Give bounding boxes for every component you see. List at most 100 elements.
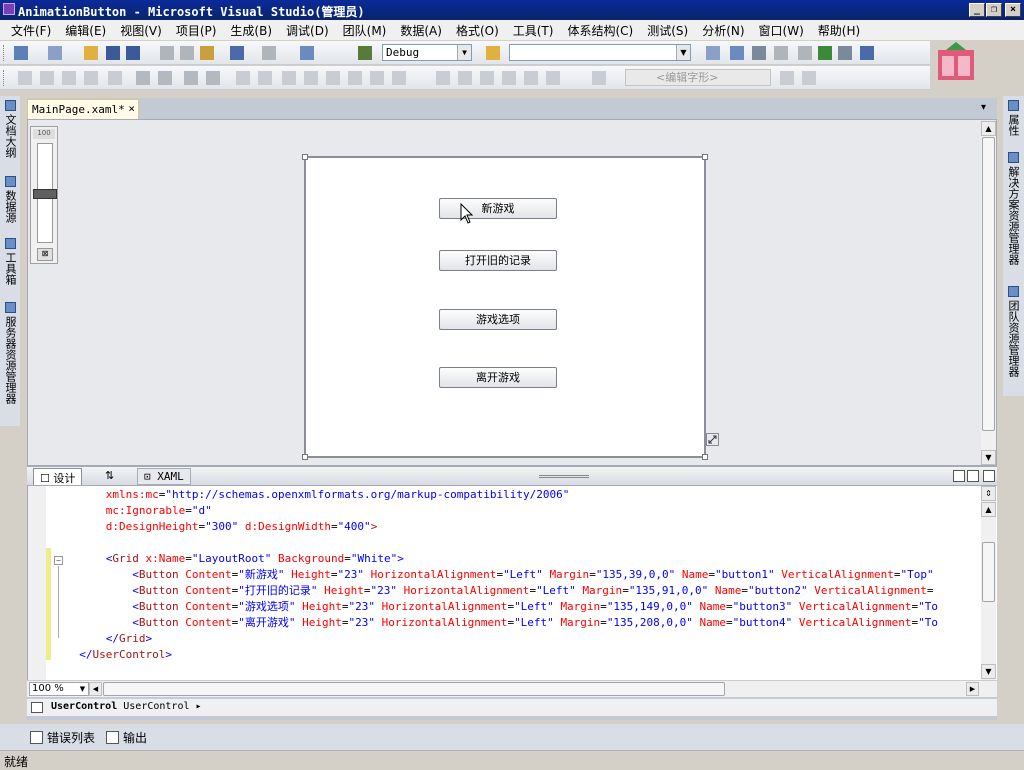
find-in-files-icon[interactable] [486, 46, 500, 60]
menu-edit[interactable]: 编辑(E) [58, 22, 113, 39]
menu-view[interactable]: 视图(V) [113, 22, 169, 39]
align-middles-icon[interactable] [108, 71, 122, 85]
save-icon[interactable] [106, 46, 120, 60]
dock-tab-data-sources[interactable]: 数据源 [2, 176, 18, 223]
highlight-icon[interactable] [524, 71, 538, 85]
horizontal-scrollbar-thumb[interactable] [103, 682, 725, 696]
menu-architecture[interactable]: 体系结构(C) [560, 22, 640, 39]
dock-tab-team-explorer[interactable]: 团队资源管理器 [1005, 286, 1021, 377]
paste-icon[interactable] [200, 46, 214, 60]
menu-analyze[interactable]: 分析(N) [695, 22, 751, 39]
close-icon[interactable]: × [128, 102, 135, 115]
menu-format[interactable]: 格式(O) [449, 22, 506, 39]
scroll-right-icon[interactable]: ▶ [966, 682, 979, 696]
menu-team[interactable]: 团队(M) [336, 22, 394, 39]
dock-tab-server-explorer[interactable]: 服务器资源管理器 [2, 302, 18, 404]
collapse-outline-icon[interactable]: − [54, 556, 63, 565]
font-name-input[interactable]: <编辑字形> [625, 69, 771, 86]
undo-icon[interactable] [230, 46, 244, 60]
zoom-slider[interactable]: 100 ⊠ [30, 126, 58, 264]
breadcrumb-arrow-icon[interactable]: ▸ [196, 701, 202, 712]
new-game-button[interactable]: 新游戏 [439, 198, 557, 219]
command-window-icon[interactable] [838, 46, 852, 60]
breadcrumb[interactable]: UserControl UserControl ▸ [51, 699, 202, 715]
chevron-down-icon[interactable]: ▼ [676, 45, 690, 60]
toolbar-options-icon[interactable] [802, 71, 816, 85]
toolbar-grip[interactable] [3, 45, 6, 61]
code-vertical-scrollbar[interactable]: ⇕ ▲ ▼ [981, 486, 996, 680]
scroll-down-icon[interactable]: ▼ [981, 664, 996, 679]
dock-tab-properties[interactable]: 属性 [1005, 100, 1021, 136]
dock-tab-document-outline[interactable]: 文档大纲 [2, 100, 18, 158]
tab-xaml[interactable]: ⊡ XAML [137, 468, 191, 485]
new-project-icon[interactable] [14, 46, 28, 60]
start-page-icon[interactable] [798, 46, 812, 60]
send-to-back-icon[interactable] [304, 71, 318, 85]
start-debugging-icon[interactable] [358, 46, 372, 60]
menu-file[interactable]: 文件(F) [4, 22, 58, 39]
editor-zoom-dropdown[interactable]: 100 % ▼ [29, 682, 89, 696]
menu-build[interactable]: 生成(B) [223, 22, 279, 39]
close-button[interactable]: × [1005, 3, 1021, 17]
user-control-artboard[interactable]: 新游戏 打开旧的记录 游戏选项 离开游戏 [302, 154, 708, 460]
fit-to-window-icon[interactable]: ⊠ [37, 248, 53, 261]
chevron-down-icon[interactable]: ▼ [457, 45, 471, 60]
resize-handle-bottom-right[interactable] [702, 454, 708, 460]
underline-icon[interactable] [480, 71, 494, 85]
make-same-height-icon[interactable] [158, 71, 172, 85]
resize-handle-top-left[interactable] [302, 154, 308, 160]
align-to-grid-icon[interactable] [392, 71, 406, 85]
size-to-grid-icon[interactable] [370, 71, 384, 85]
swap-panes-button[interactable]: ⇅ [99, 468, 120, 485]
resize-grip-icon[interactable] [706, 433, 719, 446]
justify-icon[interactable] [546, 71, 560, 85]
toolbox-icon[interactable] [774, 46, 788, 60]
copy-icon[interactable] [180, 46, 194, 60]
menu-debug[interactable]: 调试(D) [279, 22, 336, 39]
toolbar-grip[interactable] [3, 70, 6, 86]
vertical-spacing-icon[interactable] [206, 71, 220, 85]
font-color-icon[interactable] [502, 71, 516, 85]
align-centers-icon[interactable] [40, 71, 54, 85]
bring-to-front-icon[interactable] [282, 71, 296, 85]
scroll-left-icon[interactable]: ◀ [89, 682, 102, 696]
xaml-code-editor[interactable]: − xmlns:mc = "http://schemas.openxmlformat… [27, 486, 997, 680]
center-horizontally-icon[interactable] [236, 71, 250, 85]
exit-game-button[interactable]: 离开游戏 [439, 367, 557, 388]
properties-icon[interactable] [730, 46, 744, 60]
italic-icon[interactable] [458, 71, 472, 85]
designer-vertical-scrollbar[interactable]: ▲ ▼ [981, 121, 996, 465]
minimize-button[interactable]: _ [969, 3, 985, 17]
scroll-up-icon[interactable]: ▲ [981, 502, 996, 517]
split-editor-icon[interactable]: ⇕ [981, 486, 996, 501]
bold-icon[interactable] [436, 71, 450, 85]
extension-manager-icon[interactable] [818, 46, 832, 60]
window-layout-icon[interactable] [860, 46, 874, 60]
solution-explorer-icon[interactable] [706, 46, 720, 60]
add-item-icon[interactable] [48, 46, 62, 60]
lock-controls-icon[interactable] [348, 71, 362, 85]
scroll-down-icon[interactable]: ▼ [981, 450, 996, 465]
align-rights-icon[interactable] [62, 71, 76, 85]
align-lefts-icon[interactable] [18, 71, 32, 85]
scrollbar-thumb[interactable] [982, 137, 995, 431]
open-record-button[interactable]: 打开旧的记录 [439, 250, 557, 271]
scrollbar-thumb[interactable] [982, 542, 995, 602]
tab-design[interactable]: ☐ 设计 [33, 468, 83, 485]
game-options-button[interactable]: 游戏选项 [439, 309, 557, 330]
resize-handle-top-right[interactable] [702, 154, 708, 160]
resize-handle-bottom-left[interactable] [302, 454, 308, 460]
restore-button[interactable]: ❐ [986, 3, 1002, 17]
align-tops-icon[interactable] [84, 71, 98, 85]
dock-tab-solution-explorer[interactable]: 解决方案资源管理器 [1005, 152, 1021, 265]
tab-order-icon[interactable] [326, 71, 340, 85]
chevron-down-icon[interactable]: ▼ [77, 683, 88, 695]
menu-project[interactable]: 项目(P) [169, 22, 224, 39]
splitter-grip[interactable] [539, 475, 589, 478]
horizontal-spacing-icon[interactable] [184, 71, 198, 85]
menu-data[interactable]: 数据(A) [393, 22, 449, 39]
tab-dropdown-icon[interactable]: ▾ [981, 102, 993, 114]
open-file-icon[interactable] [84, 46, 98, 60]
object-browser-icon[interactable] [752, 46, 766, 60]
vertical-split-icon[interactable] [953, 470, 965, 482]
